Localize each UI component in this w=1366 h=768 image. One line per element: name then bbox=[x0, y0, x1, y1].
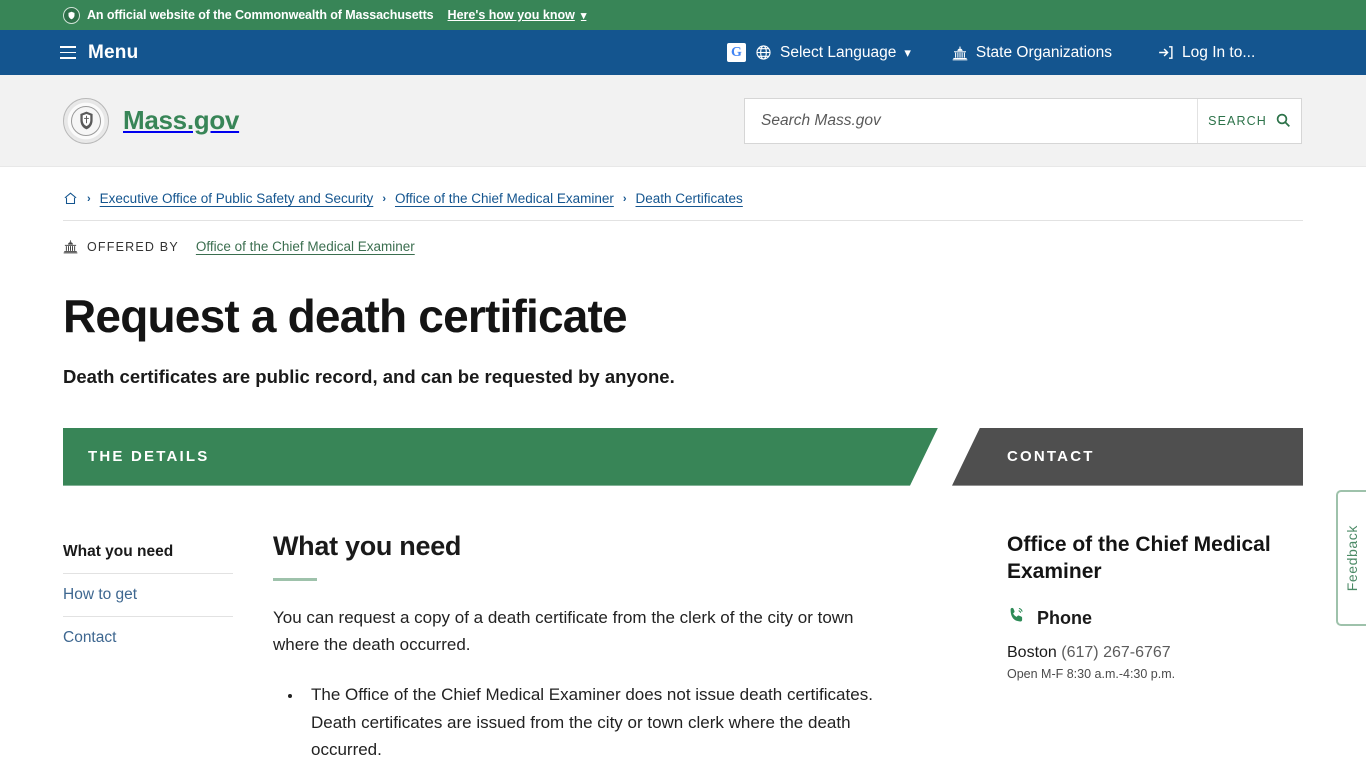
offered-by: OFFERED BY Office of the Chief Medical E… bbox=[63, 239, 1303, 254]
offered-by-label: OFFERED BY bbox=[87, 239, 179, 254]
offered-by-org-link[interactable]: Office of the Chief Medical Examiner bbox=[196, 239, 415, 254]
phone-number[interactable]: (617) 267-6767 bbox=[1061, 644, 1170, 661]
phone-hours: Open M-F 8:30 a.m.-4:30 p.m. bbox=[1007, 667, 1176, 682]
mass-gov-logo[interactable]: Mass.gov bbox=[63, 97, 240, 144]
massachusetts-seal-icon bbox=[63, 97, 109, 144]
breadcrumb-separator: › bbox=[382, 192, 386, 205]
utility-nav-right: G Select Language ▾ State Organizations … bbox=[727, 43, 1255, 62]
breadcrumb-item-0[interactable]: Executive Office of Public Safety and Se… bbox=[100, 191, 374, 206]
contact-panel: Office of the Chief Medical Examiner Pho… bbox=[1007, 531, 1307, 681]
contact-banner-label: CONTACT bbox=[1007, 448, 1095, 466]
search-input[interactable] bbox=[745, 99, 1197, 143]
official-gov-banner: An official website of the Commonwealth … bbox=[0, 0, 1366, 30]
google-translate-icon: G bbox=[727, 43, 746, 62]
phone-icon bbox=[1007, 606, 1026, 630]
globe-icon bbox=[755, 44, 772, 61]
shield-seal-icon bbox=[63, 6, 80, 24]
select-language-button[interactable]: G Select Language ▾ bbox=[727, 43, 911, 62]
sidebar-item-contact[interactable]: Contact bbox=[63, 617, 233, 659]
chevron-down-icon: ▾ bbox=[580, 9, 587, 22]
main-content: What you need You can request a copy of … bbox=[273, 531, 893, 765]
feedback-label: Feedback bbox=[1344, 524, 1360, 592]
breadcrumb-item-2[interactable]: Death Certificates bbox=[636, 191, 743, 206]
contact-phone-line: Boston (617) 267-6767 bbox=[1007, 644, 1307, 662]
breadcrumb: › Executive Office of Public Safety and … bbox=[63, 167, 1303, 221]
magnifier-icon bbox=[1275, 112, 1291, 131]
menu-label: Menu bbox=[88, 41, 139, 63]
contact-phone-heading: Phone bbox=[1007, 606, 1307, 630]
heres-how-you-know-label: Here's how you know bbox=[447, 8, 575, 22]
site-search: SEARCH bbox=[744, 98, 1302, 144]
hamburger-icon bbox=[60, 46, 76, 59]
section-paragraph: You can request a copy of a death certif… bbox=[273, 607, 854, 655]
sidebar-item-label: How to get bbox=[63, 585, 138, 603]
masthead: Mass.gov SEARCH bbox=[0, 75, 1366, 167]
log-in-label: Log In to... bbox=[1182, 43, 1256, 61]
log-in-button[interactable]: Log In to... bbox=[1157, 44, 1255, 62]
sidebar-item-label: What you need bbox=[63, 542, 174, 560]
state-organizations-link[interactable]: State Organizations bbox=[952, 44, 1112, 62]
home-icon[interactable] bbox=[63, 191, 78, 206]
utility-nav: Menu G Select Language ▾ State Organizat… bbox=[0, 30, 1366, 75]
search-button[interactable]: SEARCH bbox=[1197, 99, 1301, 143]
sidebar-item-how-to-get[interactable]: How to get bbox=[63, 574, 233, 617]
section-bullet-list: The Office of the Chief Medical Examiner… bbox=[273, 681, 893, 765]
page-lede: Death certificates are public record, an… bbox=[63, 365, 675, 387]
contact-org-name: Office of the Chief Medical Examiner bbox=[1007, 532, 1271, 584]
phone-city: Boston bbox=[1007, 644, 1057, 662]
state-organizations-label: State Organizations bbox=[975, 43, 1113, 61]
sidebar-item-what-you-need[interactable]: What you need bbox=[63, 531, 233, 574]
heres-how-you-know-toggle[interactable]: Here's how you know ▾ bbox=[448, 8, 587, 22]
search-button-label: SEARCH bbox=[1208, 114, 1267, 128]
select-language-label: Select Language bbox=[780, 43, 897, 61]
section-heading: What you need bbox=[273, 530, 462, 561]
feedback-tab[interactable]: Feedback bbox=[1336, 490, 1366, 626]
sidebar-item-label: Contact bbox=[63, 628, 117, 646]
phone-label: Phone bbox=[1037, 607, 1093, 628]
chevron-down-icon: ▾ bbox=[904, 44, 911, 60]
login-arrow-icon bbox=[1157, 44, 1174, 61]
official-website-text: An official website of the Commonwealth … bbox=[87, 8, 434, 22]
contact-banner: CONTACT bbox=[952, 427, 1303, 486]
breadcrumb-separator: › bbox=[622, 192, 627, 205]
capitol-building-icon bbox=[63, 239, 78, 254]
the-details-banner: THE DETAILS bbox=[63, 428, 938, 486]
the-details-label: THE DETAILS bbox=[88, 448, 210, 466]
brand-name: Mass.gov bbox=[123, 105, 240, 135]
capitol-building-icon bbox=[952, 45, 968, 61]
page-title: Request a death certificate bbox=[63, 290, 628, 342]
list-item: The Office of the Chief Medical Examiner… bbox=[303, 681, 893, 765]
heading-underline bbox=[273, 577, 317, 581]
breadcrumb-item-1[interactable]: Office of the Chief Medical Examiner bbox=[395, 191, 614, 206]
breadcrumb-separator: › bbox=[87, 192, 91, 205]
section-banners: THE DETAILS CONTACT bbox=[0, 427, 1366, 486]
section-side-nav: What you need How to get Contact bbox=[63, 531, 233, 659]
main-menu-button[interactable]: Menu bbox=[60, 42, 138, 64]
page-body: › Executive Office of Public Safety and … bbox=[0, 167, 1366, 759]
